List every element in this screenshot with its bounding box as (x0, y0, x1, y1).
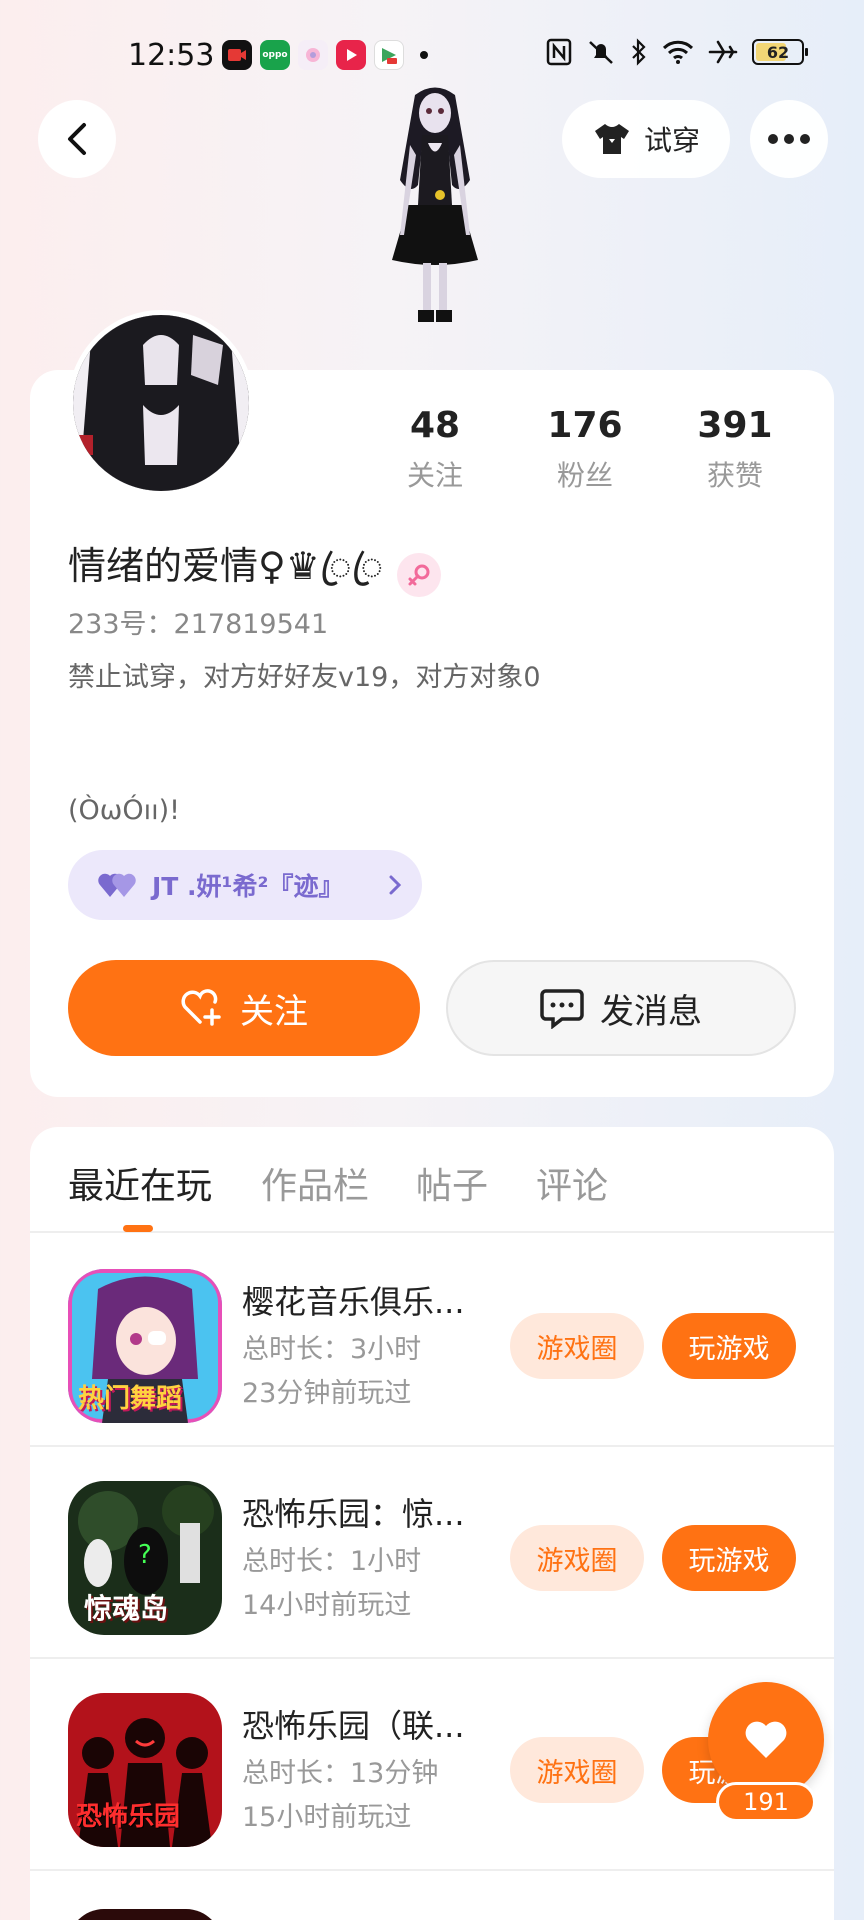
wifi-icon (662, 40, 694, 64)
following-count: 48 (409, 405, 461, 446)
stat-likes[interactable]: 391 获赞 (660, 405, 810, 494)
tab-works[interactable]: 作品栏 (261, 1157, 369, 1209)
game-row[interactable]: 热门舞蹈 樱花音乐俱乐... 总时长：3小时 23分钟前玩过 游戏圈 玩游戏 (30, 1235, 834, 1447)
svg-text:?: ? (138, 1540, 152, 1570)
game-icon-text: 热门舞蹈 (78, 1384, 183, 1414)
avatar-image (73, 315, 249, 491)
game-icon-text: 恐怖乐园 (76, 1802, 181, 1832)
system-icons: 62 (546, 38, 808, 66)
chevron-left-icon (68, 123, 86, 155)
notification-icons: oppo (222, 40, 428, 70)
flower-app-icon (298, 40, 328, 70)
oppo-app-icon: oppo (260, 40, 290, 70)
stat-following[interactable]: 48 关注 (360, 405, 510, 494)
avatar-character-image (392, 87, 478, 322)
game-last-played: 15小时前玩过 (242, 1802, 412, 1833)
content-card: 最近在玩 作品栏 帖子 评论 热门舞蹈 樱花音乐俱乐... 总时长：3小时 23… (30, 1127, 834, 1920)
tab-posts[interactable]: 帖子 (416, 1157, 488, 1209)
game-circle-button[interactable]: 游戏圈 (510, 1313, 644, 1379)
bio-text: 禁止试穿，对方好好友v19，对方对象0 (68, 662, 541, 693)
game-row[interactable]: ? 惊魂岛 恐怖乐园：惊... 总时长：1小时 14小时前玩过 游戏圈 玩游戏 (30, 1447, 834, 1659)
game-last-played: 14小时前玩过 (242, 1590, 412, 1621)
airplane-mode-icon (708, 40, 738, 64)
female-gender-icon (397, 552, 442, 597)
game-icon-text: 惊魂岛 (84, 1592, 169, 1625)
game-icon-horror-island[interactable]: ? 惊魂岛 (68, 1481, 222, 1635)
game-last-played: 23分钟前玩过 (242, 1378, 412, 1409)
followers-count: 176 (547, 405, 623, 446)
message-label: 发消息 (600, 991, 702, 1032)
game-title: 恐怖乐园（联... (242, 1707, 465, 1745)
game-total-duration: 总时长：3小时 (242, 1334, 422, 1365)
bio-text-line2: (ÒωÓıı)! (68, 795, 181, 826)
video-player-app-icon (336, 40, 366, 70)
follow-label: 关注 (240, 991, 308, 1032)
like-count-badge: 191 (716, 1782, 816, 1822)
follow-button[interactable]: 关注 (68, 960, 420, 1056)
more-notifications-dot (420, 51, 428, 59)
likes-count: 391 (697, 405, 773, 446)
heart-plus-icon (181, 989, 221, 1026)
heart-icon (745, 1721, 787, 1758)
game-total-duration: 总时长：13分钟 (242, 1758, 439, 1789)
game-circle-button[interactable]: 游戏圈 (510, 1525, 644, 1591)
video-call-app-icon (222, 40, 252, 70)
mute-icon (589, 41, 613, 64)
stat-followers[interactable]: 176 粉丝 (510, 405, 660, 494)
bluetooth-icon (632, 38, 646, 66)
game-circle-button[interactable]: 游戏圈 (510, 1737, 644, 1803)
profile-stats: 48 关注 176 粉丝 391 获赞 (360, 405, 810, 494)
likes-label: 获赞 (706, 459, 763, 492)
status-bar: 12:53 oppo 62 (0, 28, 864, 80)
game-icon-horror-park[interactable]: 恐怖乐园 (68, 1693, 222, 1847)
tab-comments[interactable]: 评论 (536, 1157, 608, 1209)
game-center-app-icon (374, 40, 404, 70)
tshirt-icon (594, 124, 629, 154)
more-options-button[interactable] (750, 100, 828, 178)
following-label: 关注 (406, 459, 463, 492)
active-tab-indicator (123, 1225, 153, 1232)
game-title: 樱花音乐俱乐... (242, 1283, 465, 1321)
try-on-button[interactable]: 试穿 (562, 100, 730, 178)
back-button[interactable] (38, 100, 116, 178)
battery-indicator: 62 (752, 39, 808, 65)
more-dots-icon (768, 134, 810, 144)
like-floating-button[interactable] (708, 1682, 824, 1798)
try-on-label: 试穿 (643, 124, 700, 157)
nfc-icon (546, 38, 572, 66)
play-game-button[interactable]: 玩游戏 (662, 1313, 796, 1379)
double-heart-icon (98, 873, 136, 897)
cp-name: JT .妍¹希²『迹』 (152, 872, 344, 901)
followers-label: 粉丝 (556, 459, 613, 492)
profile-tabs: 最近在玩 作品栏 帖子 评论 (30, 1127, 834, 1233)
status-time: 12:53 (128, 38, 215, 73)
chevron-right-icon (389, 875, 402, 895)
cp-relationship-pill[interactable]: JT .妍¹希²『迹』 (68, 850, 422, 920)
chat-bubble-icon (540, 989, 584, 1029)
game-title: 恐怖乐园：惊... (242, 1495, 465, 1533)
game-icon-partial[interactable] (68, 1909, 222, 1920)
send-message-button[interactable]: 发消息 (446, 960, 796, 1056)
user-id: 233号：217819541 (68, 609, 329, 640)
profile-avatar[interactable] (68, 310, 254, 496)
play-game-button[interactable]: 玩游戏 (662, 1525, 796, 1591)
game-total-duration: 总时长：1小时 (242, 1546, 422, 1577)
game-icon-sakura-music[interactable]: 热门舞蹈 (68, 1269, 222, 1423)
tab-recently-played[interactable]: 最近在玩 (68, 1157, 212, 1209)
